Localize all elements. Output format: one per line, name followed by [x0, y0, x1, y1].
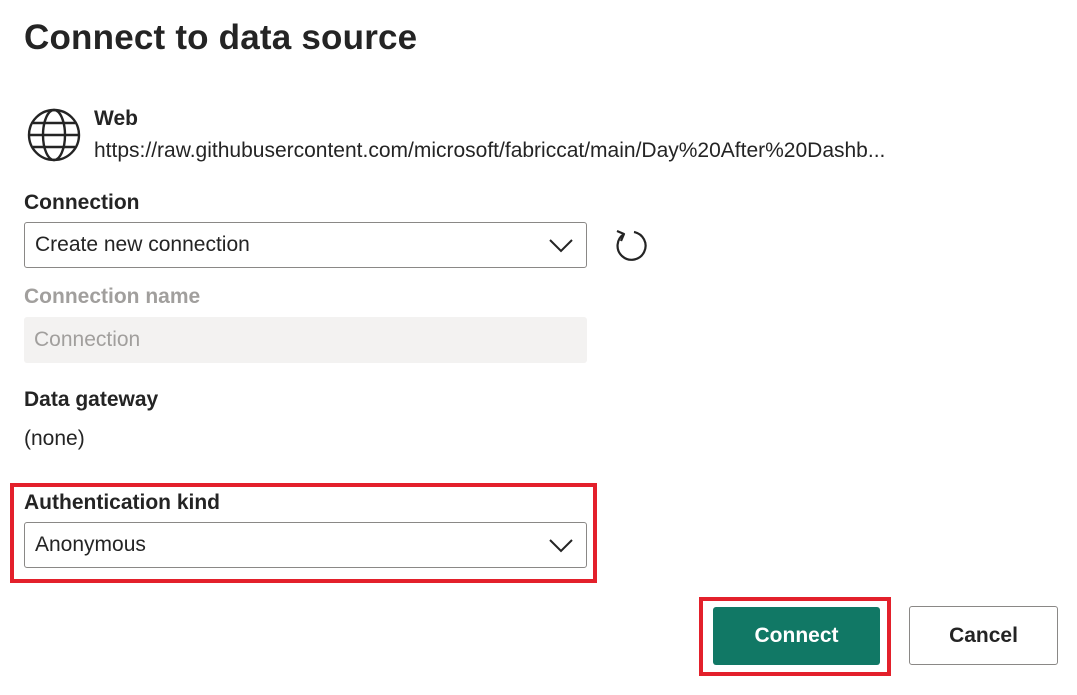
connection-name-label: Connection name — [24, 285, 201, 308]
data-gateway-label: Data gateway — [24, 388, 159, 411]
source-name: Web — [94, 107, 138, 130]
connect-button[interactable]: Connect — [713, 607, 880, 665]
authentication-kind-dropdown[interactable]: Anonymous — [24, 522, 587, 568]
source-details: Web https://raw.githubusercontent.com/mi… — [94, 106, 885, 166]
connection-name-field[interactable]: Connection — [24, 317, 587, 363]
authentication-kind-label: Authentication kind — [24, 491, 220, 514]
globe-icon — [27, 108, 81, 162]
dialog-title: Connect to data source — [24, 18, 418, 57]
chevron-down-icon — [549, 539, 573, 553]
connection-name-placeholder: Connection — [34, 328, 141, 351]
connection-dropdown[interactable]: Create new connection — [24, 222, 587, 268]
data-source-info: Web https://raw.githubusercontent.com/mi… — [26, 106, 885, 166]
connect-dialog: Connect to data source Web https://raw.g… — [0, 0, 1077, 695]
source-url: https://raw.githubusercontent.com/micros… — [94, 139, 886, 162]
connection-label: Connection — [24, 191, 140, 214]
data-gateway-value: (none) — [24, 427, 85, 450]
connection-selected-value: Create new connection — [35, 233, 250, 256]
chevron-down-icon — [549, 239, 573, 253]
cancel-button[interactable]: Cancel — [909, 606, 1058, 665]
authentication-selected-value: Anonymous — [35, 533, 146, 556]
refresh-icon[interactable] — [612, 227, 648, 263]
